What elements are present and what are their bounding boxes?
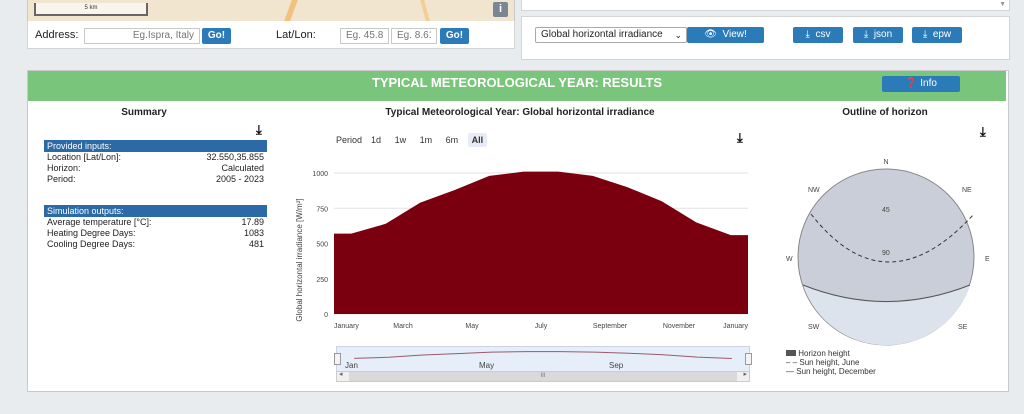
table-row: Period: 2005 - 2023 xyxy=(47,174,264,184)
scroll-left-icon[interactable]: ◂ xyxy=(339,370,343,378)
map-info-button[interactable]: i xyxy=(493,2,508,17)
ring-label: 45 xyxy=(882,207,890,214)
compass-se: SE xyxy=(958,324,968,331)
address-input[interactable] xyxy=(84,28,200,44)
map-road xyxy=(420,0,430,21)
chart-title: Typical Meteorological Year: Global hori… xyxy=(385,107,655,118)
right-top-panel: ▼ xyxy=(521,0,1010,11)
summary-download-icon[interactable]: ⤓ xyxy=(256,123,262,136)
y-tick-label: 500 xyxy=(316,242,328,249)
legend-item: Horizon height xyxy=(786,349,876,358)
latlon-label: Lat/Lon: xyxy=(276,29,316,41)
period-1m-button[interactable]: 1m xyxy=(416,133,437,147)
navigator-label: Sep xyxy=(609,361,624,370)
table-row: Cooling Degree Days: 481 xyxy=(47,239,264,249)
x-tick-label: January xyxy=(334,323,359,330)
variable-select-value: Global horizontal irradiance xyxy=(541,29,663,40)
map-scale-bar: 5 km xyxy=(34,3,148,16)
csv-download-button[interactable]: ⤓ csv xyxy=(793,27,843,43)
y-tick-label: 1000 xyxy=(312,171,328,178)
navigator-label: May xyxy=(479,361,495,370)
info-label: Info xyxy=(920,78,937,89)
map-view[interactable]: 5 km xyxy=(27,0,515,22)
summary-title: Summary xyxy=(121,107,167,118)
chart-download-icon[interactable]: ⤓ xyxy=(737,131,743,144)
table-row: Location [Lat/Lon]: 32.550,35.855 xyxy=(47,152,264,162)
x-tick-label: January xyxy=(723,323,748,330)
y-tick-label: 0 xyxy=(324,312,328,319)
legend-item: – – Sun height, June xyxy=(786,358,860,367)
x-tick-label: November xyxy=(663,323,696,330)
chevron-down-icon: ⌄ xyxy=(674,30,682,40)
variable-select[interactable]: Global horizontal irradiance ⌄ xyxy=(535,27,687,43)
address-label: Address: xyxy=(35,29,79,41)
table-row: Average temperature [°C]: 17.89 xyxy=(47,217,264,227)
download-icon: ⤓ xyxy=(863,29,869,40)
horizon-title: Outline of horizon xyxy=(842,107,928,118)
json-download-button[interactable]: ⤓ json xyxy=(853,27,903,43)
scroll-right-icon[interactable]: ▸ xyxy=(743,370,747,378)
navigator-scrollbar[interactable]: ◂ III ▸ xyxy=(336,371,750,382)
x-tick-label: July xyxy=(535,323,548,330)
download-icon: ⤓ xyxy=(922,29,928,40)
view-button-label: View! xyxy=(722,29,747,40)
navigator-right-handle[interactable] xyxy=(745,353,752,365)
compass-ne: NE xyxy=(962,187,972,194)
y-tick-label: 750 xyxy=(316,206,328,213)
navigator-left-handle[interactable] xyxy=(334,353,341,365)
period-1d-button[interactable]: 1d xyxy=(367,133,385,147)
info-button[interactable]: ❓ Info xyxy=(882,76,960,92)
map-road xyxy=(284,0,298,21)
y-axis-label: Global horizontal irradiance [W/m²] xyxy=(295,198,304,321)
download-icon: ⤓ xyxy=(805,29,810,40)
outputs-header: Simulation outputs: xyxy=(44,205,267,217)
irradiance-chart: Global horizontal irradiance [W/m²] 0 250… xyxy=(295,171,748,330)
question-icon: ❓ xyxy=(905,78,918,89)
table-row: Horizon: Calculated xyxy=(47,163,264,173)
scroll-down-icon[interactable]: ▼ xyxy=(999,1,1006,8)
y-tick-label: 250 xyxy=(316,277,328,284)
period-selector: Period 1d 1w 1m 6m All xyxy=(336,133,490,147)
x-tick-label: September xyxy=(593,323,628,330)
horizon-download-icon[interactable]: ⤓ xyxy=(980,125,986,138)
json-label: json xyxy=(873,29,893,40)
period-6m-button[interactable]: 6m xyxy=(442,133,463,147)
x-tick-label: March xyxy=(393,323,413,330)
csv-label: csv xyxy=(815,29,831,40)
navigator-line xyxy=(354,351,732,359)
lon-input[interactable] xyxy=(391,28,437,44)
eye-icon: 👁 xyxy=(704,29,717,40)
compass-n: N xyxy=(883,159,888,166)
lat-input[interactable] xyxy=(340,28,389,44)
inputs-table: Provided inputs: Location [Lat/Lon]: 32.5… xyxy=(44,140,267,185)
inputs-header: Provided inputs: xyxy=(44,140,267,152)
compass-sw: SW xyxy=(808,324,820,331)
compass-e: E xyxy=(985,256,990,263)
period-all-button[interactable]: All xyxy=(467,133,488,147)
outputs-table: Simulation outputs: Average temperature … xyxy=(44,205,267,250)
navigator-label: Jan xyxy=(345,361,358,370)
table-row: Heating Degree Days: 1083 xyxy=(47,228,264,238)
results-title: TYPICAL METEOROLOGICAL YEAR: RESULTS xyxy=(371,75,663,90)
epw-download-button[interactable]: ⤓ epw xyxy=(912,27,962,43)
latlon-go-button[interactable]: Go! xyxy=(440,28,469,44)
x-tick-label: May xyxy=(465,323,479,330)
period-1w-button[interactable]: 1w xyxy=(391,133,411,147)
period-label: Period xyxy=(336,135,363,145)
irradiance-area xyxy=(334,171,748,314)
compass-w: W xyxy=(786,256,793,263)
view-button[interactable]: 👁 View! xyxy=(687,27,764,43)
horizon-legend: Horizon height – – Sun height, June — Su… xyxy=(786,349,876,376)
scrollbar-thumb[interactable]: III xyxy=(349,372,737,381)
horizon-polar-chart: 45 90 N NE E SE S SW W NW xyxy=(786,159,990,346)
ring-label: 90 xyxy=(882,250,890,257)
address-go-button[interactable]: Go! xyxy=(202,28,231,44)
compass-nw: NW xyxy=(808,187,820,194)
legend-item: — Sun height, December xyxy=(786,367,876,376)
chart-navigator[interactable]: Jan May Sep xyxy=(334,346,752,372)
epw-label: epw xyxy=(932,29,952,40)
